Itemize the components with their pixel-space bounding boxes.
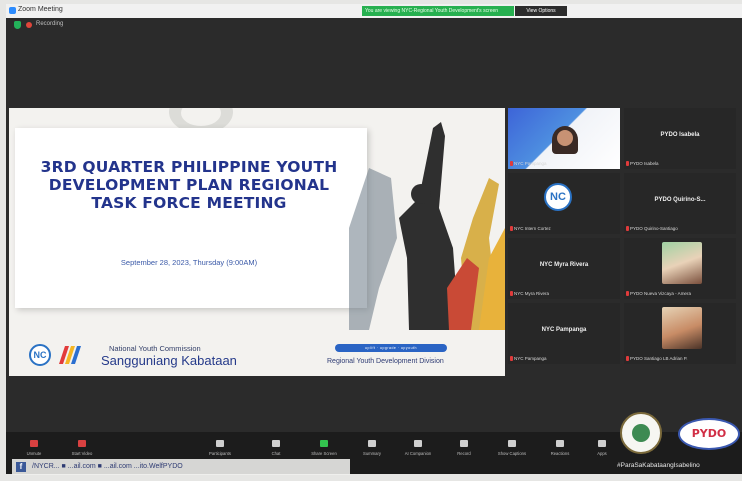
participant-tile-active-speaker[interactable]: NYC Pampanga — [508, 108, 620, 169]
org-name-nyc: National Youth Commission — [109, 344, 201, 353]
recording-dot-icon — [26, 22, 32, 28]
mic-muted-icon — [626, 291, 629, 296]
social-media-strip: f /NYCR... ■ ...ail.com ■ ...ail.com ...… — [12, 459, 350, 475]
nyc-logo: NC — [29, 344, 51, 366]
participant-tile[interactable]: PYDO Nueva Vizcaya - Amera — [624, 238, 736, 299]
slide-title-card — [15, 128, 367, 308]
record-label: Record — [457, 451, 471, 456]
start-video-label: Start Video — [71, 451, 93, 456]
social-contacts: /NYCR... ■ ...ail.com ■ ...ail.com ...it… — [32, 463, 183, 470]
title-bar: Zoom Meeting You are viewing NYC-Regiona… — [6, 4, 742, 18]
participant-name: NYC Intern Cortez — [514, 226, 551, 231]
chat-label: Chat — [271, 451, 281, 456]
slide-tagline-pill: uplift · upgrade · upyouth — [335, 344, 447, 352]
mic-muted-icon — [626, 356, 629, 361]
participant-display-name: PYDO Quirino-S... — [654, 197, 706, 203]
mic-muted-icon — [510, 291, 513, 296]
participants-label: Participants — [209, 451, 231, 456]
participant-name: NYC Pampanga — [514, 356, 547, 361]
record-button[interactable]: Record — [442, 440, 486, 470]
participant-tile[interactable]: NYC Myra Rivera NYC Myra Rivera — [508, 238, 620, 299]
screen-share-banner: You are viewing NYC-Regional Youth Devel… — [362, 6, 514, 16]
hashtag-text: #ParaSaKabataangIsabelino — [617, 462, 700, 469]
share-screen-icon — [320, 440, 328, 447]
apps-icon — [598, 440, 606, 447]
show-captions-label: Show Captions — [497, 451, 527, 456]
summary-label: Summary — [363, 451, 381, 456]
apps-label: Apps — [597, 451, 607, 456]
org-name-sk: Sangguniang Kabataan — [101, 353, 237, 368]
slide-headline: 3RD QUARTER PHILIPPINE YOUTH DEVELOPMENT… — [40, 158, 338, 212]
slide-division-name: Regional Youth Development Division — [327, 358, 444, 365]
sparkle-icon — [414, 440, 422, 447]
unmute-label: Unmute — [26, 451, 42, 456]
reactions-label: Reactions — [550, 451, 570, 456]
participant-name: PYDO Quirino-Santiago — [630, 226, 678, 231]
zoom-window: Zoom Meeting You are viewing NYC-Regiona… — [6, 4, 742, 474]
participant-tile[interactable]: NC NYC Intern Cortez — [508, 173, 620, 234]
participant-display-name: NYC Pampanga — [541, 327, 587, 333]
participant-name: PYDO Nueva Vizcaya - Amera — [630, 291, 691, 296]
view-options-button[interactable]: View Options — [515, 6, 567, 16]
mic-muted-icon — [510, 226, 513, 231]
captions-icon — [508, 440, 516, 447]
meeting-info-bar: Recording — [6, 18, 742, 32]
participant-avatar: NC — [544, 183, 572, 211]
reactions-button[interactable]: Reactions — [538, 440, 582, 470]
participant-face — [557, 130, 573, 146]
chat-icon — [272, 440, 280, 447]
shared-screen-slide: 3RD QUARTER PHILIPPINE YOUTH DEVELOPMENT… — [9, 108, 505, 376]
participant-photo — [662, 242, 702, 284]
video-off-icon — [78, 440, 86, 447]
slide-footer-logos: NC National Youth Commission Sangguniang… — [29, 344, 329, 370]
participant-name: NYC Pampanga — [514, 161, 547, 166]
participant-name: PYDO Isabela — [630, 161, 659, 166]
summary-icon — [368, 440, 376, 447]
mic-muted-icon — [626, 161, 629, 166]
participant-tile[interactable]: NYC Pampanga NYC Pampanga — [508, 303, 620, 364]
ai-companion-button[interactable]: AI Companion — [396, 440, 440, 470]
facebook-icon: f — [16, 462, 26, 472]
microphone-muted-icon — [30, 440, 38, 447]
show-captions-button[interactable]: Show Captions — [490, 440, 534, 470]
ai-companion-label: AI Companion — [404, 451, 432, 456]
mic-muted-icon — [626, 226, 629, 231]
sk-logo — [59, 346, 81, 364]
participant-tile[interactable]: PYDO Quirino-S... PYDO Quirino-Santiago — [624, 173, 736, 234]
participant-tile[interactable]: PYDO Isabela PYDO Isabela — [624, 108, 736, 169]
share-screen-label: Share Screen — [311, 451, 337, 456]
participant-name: PYDO Santiago LB Adrian P. — [630, 356, 688, 361]
participant-display-name: PYDO Isabela — [660, 132, 700, 138]
mic-muted-icon — [510, 356, 513, 361]
recording-label[interactable]: Recording — [36, 21, 63, 27]
participant-tile[interactable]: PYDO Santiago LB Adrian P. — [624, 303, 736, 364]
pydo-logo: PYDO — [678, 418, 740, 450]
provincial-seal-logo — [620, 412, 662, 454]
youth-silhouette-graphic — [349, 122, 505, 330]
zoom-logo-icon — [9, 7, 16, 14]
slide-date: September 28, 2023, Thursday (9:00AM) — [120, 258, 258, 267]
mic-muted-icon — [510, 161, 513, 166]
participant-photo — [662, 307, 702, 349]
reactions-icon — [556, 440, 564, 447]
security-shield-icon[interactable] — [14, 21, 21, 29]
participant-name: NYC Myra Rivera — [514, 291, 550, 296]
participant-display-name: NYC Myra Rivera — [539, 262, 589, 268]
participants-icon — [216, 440, 224, 447]
app-title: Zoom Meeting — [18, 6, 63, 13]
summary-button[interactable]: Summary — [350, 440, 394, 470]
record-icon — [460, 440, 468, 447]
